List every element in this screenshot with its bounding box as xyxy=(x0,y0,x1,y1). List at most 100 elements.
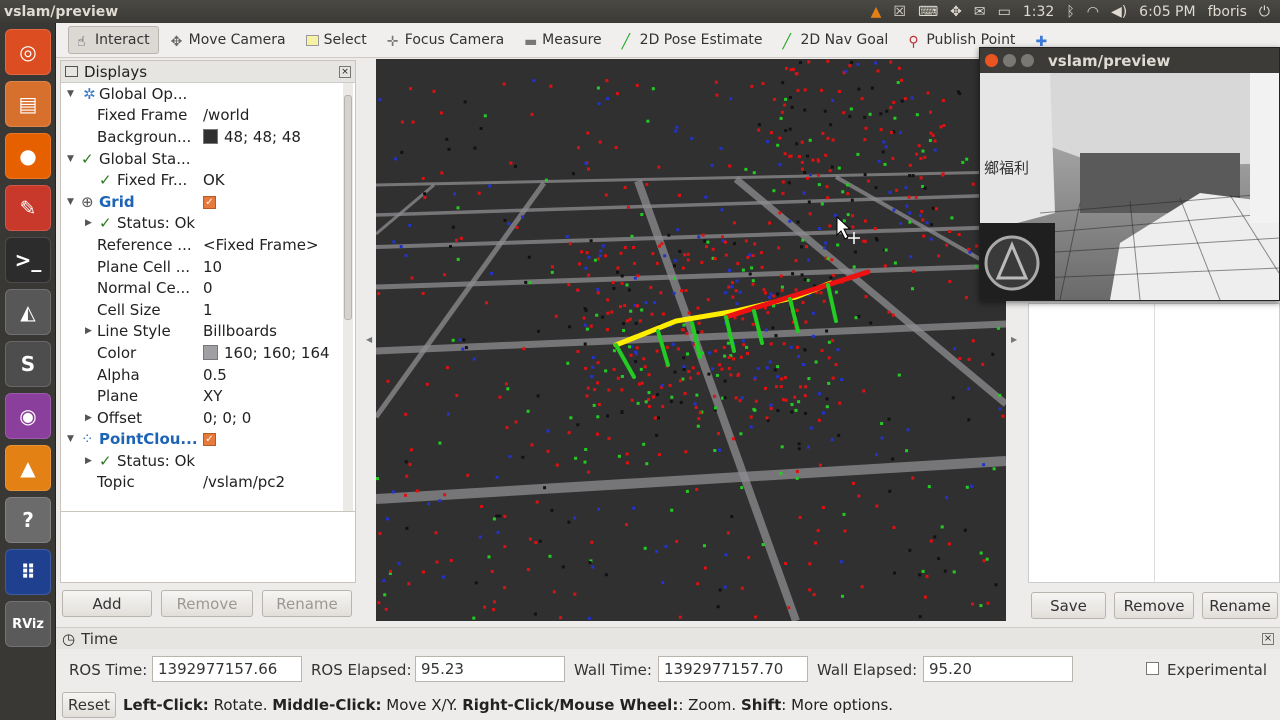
measure-tool-button[interactable]: ▬ Measure xyxy=(516,26,610,54)
vlc-tray-icon[interactable]: ▲ xyxy=(871,4,882,20)
ros-elapsed-field[interactable]: 95.23 xyxy=(415,656,565,682)
tree-value[interactable]: XY xyxy=(203,387,222,405)
battery-time[interactable]: 1:32 xyxy=(1023,4,1054,20)
tree-row-grid-status[interactable]: ▶ ✓ Status: Ok xyxy=(61,213,355,235)
tree-row-line-style[interactable]: ▶ Line Style Billboards xyxy=(61,321,355,343)
pose-estimate-tool-button[interactable]: ╱ 2D Pose Estimate xyxy=(614,26,771,54)
color-swatch[interactable] xyxy=(203,344,218,360)
remove-display-button[interactable]: Remove xyxy=(161,590,253,617)
inkscape-icon[interactable]: ◭ xyxy=(5,289,51,335)
tree-value[interactable]: 0; 0; 0 xyxy=(203,409,251,427)
rename-display-button[interactable]: Rename xyxy=(262,590,352,617)
tree-row-global-status[interactable]: ▼ ✓ Global Sta... xyxy=(61,148,355,170)
collapse-arrow-icon[interactable]: ▶ xyxy=(85,218,92,228)
rename-view-button[interactable]: Rename xyxy=(1202,592,1278,619)
select-tool-button[interactable]: Select xyxy=(298,26,375,54)
vlc-icon[interactable]: ▲ xyxy=(5,445,51,491)
color-swatch[interactable] xyxy=(203,128,218,144)
wall-elapsed-field[interactable]: 95.20 xyxy=(923,656,1073,682)
tree-row-plane-cell-count[interactable]: Plane Cell ... 10 xyxy=(61,256,355,278)
tree-row-plane[interactable]: Plane XY xyxy=(61,385,355,407)
maximize-icon[interactable] xyxy=(1021,54,1034,67)
tree-value[interactable]: 0.5 xyxy=(203,366,227,384)
remove-view-button[interactable]: Remove xyxy=(1114,592,1194,619)
wall-time-field[interactable]: 1392977157.70 xyxy=(658,656,808,682)
volume-icon[interactable]: ◀) xyxy=(1111,4,1127,20)
workspace-switcher-icon[interactable]: ⠿ xyxy=(5,549,51,595)
checkbox-tray-icon[interactable]: ☒ xyxy=(893,4,906,20)
tree-value-color[interactable]: 160; 160; 164 xyxy=(203,344,330,362)
focus-camera-tool-button[interactable]: ✛ Focus Camera xyxy=(379,26,512,54)
add-display-button[interactable]: Add xyxy=(62,590,152,617)
3d-viewport[interactable] xyxy=(376,59,1006,621)
tree-row-grid[interactable]: ▼ ⊕ Grid ✓ xyxy=(61,191,355,213)
firefox-icon[interactable]: ● xyxy=(5,133,51,179)
ubuntu-dash-icon[interactable]: ◎ xyxy=(5,29,51,75)
sublime-text-icon[interactable]: S xyxy=(5,341,51,387)
tree-row-alpha[interactable]: Alpha 0.5 xyxy=(61,364,355,386)
help-icon[interactable]: ? xyxy=(5,497,51,543)
preview-titlebar[interactable]: vslam/preview xyxy=(980,48,1279,73)
system-settings-icon[interactable]: ✎ xyxy=(5,185,51,231)
tree-row-normal-cell-count[interactable]: Normal Ce... 0 xyxy=(61,277,355,299)
expand-arrow-icon[interactable]: ▼ xyxy=(67,154,74,164)
keyboard-icon[interactable]: ⌨ xyxy=(918,4,938,20)
tree-row-reference-frame[interactable]: Reference ... <Fixed Frame> xyxy=(61,234,355,256)
minimize-icon[interactable] xyxy=(1003,54,1016,67)
wifi-icon[interactable]: ◠ xyxy=(1087,4,1099,20)
tree-value[interactable]: <Fixed Frame> xyxy=(203,236,319,254)
experimental-checkbox[interactable] xyxy=(1146,662,1159,675)
tree-value[interactable]: /vslam/pc2 xyxy=(203,473,285,491)
reset-button[interactable]: Reset xyxy=(62,692,116,718)
tree-value[interactable]: /world xyxy=(203,106,249,124)
rviz-icon[interactable]: RViz xyxy=(5,601,51,647)
close-icon[interactable] xyxy=(985,54,998,67)
collapse-arrow-icon[interactable]: ▶ xyxy=(85,326,92,336)
move-camera-tool-button[interactable]: ✥ Move Camera xyxy=(163,26,294,54)
bluetooth-icon[interactable]: ᛒ xyxy=(1066,4,1074,20)
checkbox-checked-icon[interactable]: ✓ xyxy=(203,195,216,209)
tree-value[interactable]: 0 xyxy=(203,279,213,297)
3d-scene[interactable] xyxy=(376,59,1006,621)
user-name[interactable]: fboris xyxy=(1208,4,1247,20)
expand-arrow-icon[interactable]: ▼ xyxy=(67,434,74,444)
dropbox-icon[interactable]: ✥ xyxy=(950,4,962,20)
tree-row-pointcloud[interactable]: ▼ ⁘ PointClou... ✓ xyxy=(61,429,355,451)
tree-row-topic[interactable]: Topic /vslam/pc2 xyxy=(61,472,355,494)
expand-arrow-icon[interactable]: ▼ xyxy=(67,89,74,99)
tree-row-pointcloud-status[interactable]: ▶ ✓ Status: Ok xyxy=(61,450,355,472)
terminal-icon[interactable]: >_ xyxy=(5,237,51,283)
displays-scrollbar[interactable] xyxy=(343,83,353,511)
enable-checkbox[interactable]: ✓ xyxy=(203,193,216,211)
save-view-button[interactable]: Save xyxy=(1031,592,1106,619)
tree-row-offset[interactable]: ▶ Offset 0; 0; 0 xyxy=(61,407,355,429)
webcam-icon[interactable]: ◉ xyxy=(5,393,51,439)
interact-tool-button[interactable]: ☝ Interact xyxy=(68,26,159,54)
tree-value[interactable]: Billboards xyxy=(203,322,277,340)
collapse-left-icon[interactable]: ◀ xyxy=(366,335,372,344)
close-icon[interactable]: × xyxy=(1262,632,1274,645)
collapse-arrow-icon[interactable]: ▶ xyxy=(85,456,92,466)
tree-row-fixed-frame[interactable]: Fixed Frame /world xyxy=(61,105,355,127)
preview-window[interactable]: vslam/preview 鄉福利 xyxy=(979,47,1280,301)
power-icon[interactable]: ⏻ xyxy=(1259,4,1270,20)
mail-icon[interactable]: ✉ xyxy=(974,4,986,20)
battery-icon[interactable]: ▭ xyxy=(998,4,1011,20)
tree-row-global-options[interactable]: ▼ ✲ Global Op... xyxy=(61,83,355,105)
expand-arrow-icon[interactable]: ▼ xyxy=(67,197,74,207)
tree-value[interactable]: 10 xyxy=(203,258,222,276)
collapse-right-icon[interactable]: ▶ xyxy=(1011,335,1017,344)
tree-row-fixed-frame-status[interactable]: ✓ Fixed Fr... OK xyxy=(61,169,355,191)
scrollbar-thumb[interactable] xyxy=(344,95,352,320)
clock[interactable]: 6:05 PM xyxy=(1139,4,1195,20)
checkbox-checked-icon[interactable]: ✓ xyxy=(203,433,216,447)
nav-goal-tool-button[interactable]: ╱ 2D Nav Goal xyxy=(775,26,897,54)
tree-row-color[interactable]: Color 160; 160; 164 xyxy=(61,342,355,364)
tree-value[interactable]: 1 xyxy=(203,301,213,319)
tree-value-color[interactable]: 48; 48; 48 xyxy=(203,128,301,146)
tree-row-background[interactable]: Backgroun... 48; 48; 48 xyxy=(61,126,355,148)
enable-checkbox[interactable]: ✓ xyxy=(203,430,216,448)
ros-time-field[interactable]: 1392977157.66 xyxy=(152,656,302,682)
close-icon[interactable]: × xyxy=(339,65,351,78)
collapse-arrow-icon[interactable]: ▶ xyxy=(85,413,92,423)
